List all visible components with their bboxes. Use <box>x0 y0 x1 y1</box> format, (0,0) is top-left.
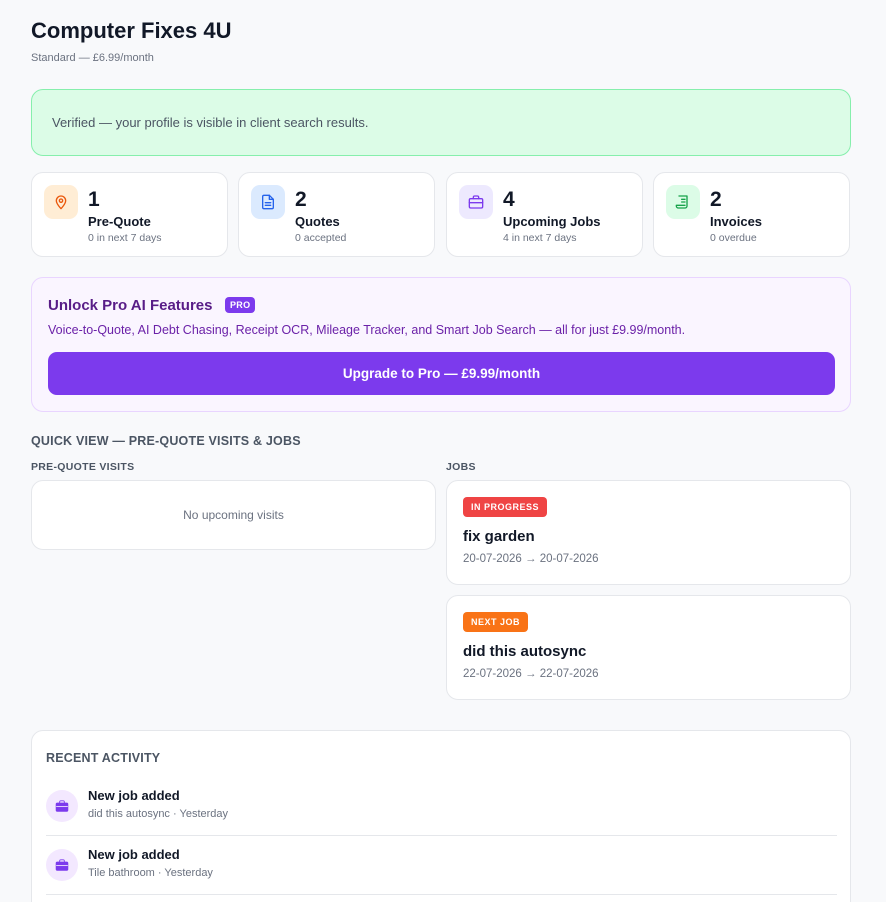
pro-description: Voice-to-Quote, AI Debt Chasing, Receipt… <box>48 323 686 337</box>
activity-title: New job added <box>88 788 180 803</box>
page-title: Computer Fixes 4U <box>31 18 232 43</box>
receipt-icon <box>666 185 700 219</box>
activity-sub: did this autosync · Yesterday <box>88 808 229 820</box>
stat-sub: 0 overdue <box>710 232 757 244</box>
stat-card-quotes[interactable]: 2 Quotes 0 accepted <box>238 172 435 257</box>
stat-sub: 0 accepted <box>295 232 347 244</box>
activity-item[interactable]: New job added Tile bathroom · Yesterday <box>46 836 837 895</box>
activity-sub: Tile bathroom · Yesterday <box>88 867 213 879</box>
stat-sub: 4 in next 7 days <box>503 232 577 244</box>
job-dates: 20-07-2026 → 20-07-2026 <box>463 553 599 565</box>
job-card[interactable]: IN PROGRESS fix garden 20-07-2026 → 20-0… <box>446 480 851 585</box>
pro-badge: PRO <box>225 297 256 313</box>
stat-card-pre-quote[interactable]: 1 Pre-Quote 0 in next 7 days <box>31 172 228 257</box>
stat-label: Quotes <box>295 214 340 229</box>
job-name: fix garden <box>463 528 535 545</box>
status-badge: NEXT JOB <box>463 612 529 632</box>
status-badge: IN PROGRESS <box>463 497 548 517</box>
job-dates: 22-07-2026 → 22-07-2026 <box>463 668 599 680</box>
stat-label: Upcoming Jobs <box>503 214 601 229</box>
stat-number: 2 <box>710 188 722 211</box>
pre-quote-visits-card: No upcoming visits <box>31 480 436 550</box>
recent-activity-card: RECENT ACTIVITY New job added did this a… <box>31 730 851 902</box>
stat-number: 4 <box>503 188 515 211</box>
activity-title: New job added <box>88 847 180 862</box>
stat-card-invoices[interactable]: 2 Invoices 0 overdue <box>653 172 850 257</box>
recent-activity-heading: RECENT ACTIVITY <box>46 751 161 765</box>
briefcase-icon <box>459 185 493 219</box>
stat-sub: 0 in next 7 days <box>88 232 162 244</box>
empty-state-text: No upcoming visits <box>183 508 284 522</box>
quick-view-heading: QUICK VIEW — PRE-QUOTE VISITS & JOBS <box>31 434 301 448</box>
job-name: did this autosync <box>463 643 587 660</box>
pre-quote-visits-heading: PRE-QUOTE VISITS <box>31 461 135 473</box>
map-pin-icon <box>44 185 78 219</box>
stat-number: 1 <box>88 188 100 211</box>
stat-label: Pre-Quote <box>88 214 151 229</box>
upgrade-to-pro-button[interactable]: Upgrade to Pro — £9.99/month <box>48 352 835 395</box>
verified-banner: Verified — your profile is visible in cl… <box>31 89 851 156</box>
pro-upsell-card: Unlock Pro AI Features PRO Voice-to-Quot… <box>31 277 851 412</box>
briefcase-icon <box>46 849 78 881</box>
stat-card-upcoming-jobs[interactable]: 4 Upcoming Jobs 4 in next 7 days <box>446 172 643 257</box>
stat-number: 2 <box>295 188 307 211</box>
job-card[interactable]: NEXT JOB did this autosync 22-07-2026 → … <box>446 595 851 700</box>
document-icon <box>251 185 285 219</box>
activity-item[interactable]: New job added did this autosync · Yester… <box>46 777 837 836</box>
plan-subtitle: Standard — £6.99/month <box>31 52 154 64</box>
jobs-heading: JOBS <box>446 461 476 473</box>
pro-title: Unlock Pro AI Features <box>48 297 213 314</box>
briefcase-icon <box>46 790 78 822</box>
stat-label: Invoices <box>710 214 763 229</box>
